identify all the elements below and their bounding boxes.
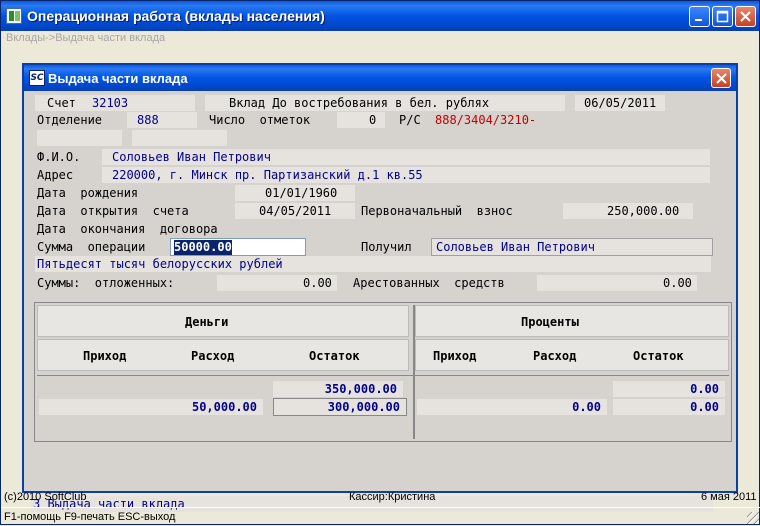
maximize-button[interactable] (712, 6, 733, 27)
interest-header: Проценты (521, 315, 579, 329)
close-icon (740, 11, 751, 22)
dialog-body: Счет 32103 Вклад До востребования в бел.… (27, 92, 733, 512)
dialog-withdraw-part: SC Выдача части вклада Счет 32103 Вклад … (22, 63, 738, 512)
arrested-value: 0.00 (663, 276, 692, 290)
deposit-type: Вклад До востребования в бел. рублях (229, 96, 490, 110)
close-icon (716, 73, 727, 84)
app-icon (6, 8, 22, 24)
amount-words: Пятьдесят тысяч белорусских рублей (37, 257, 283, 271)
amount-value: 50000.00 (174, 240, 232, 255)
row1-interest-balance: 0.00 (613, 381, 725, 397)
initial-value: 250,000.00 (607, 204, 680, 218)
fio-value: Соловьев Иван Петрович (112, 150, 271, 164)
minimize-button[interactable] (689, 6, 710, 27)
main-window: Операционная работа (вклады населения) В… (0, 0, 760, 525)
empty-field-2 (132, 130, 227, 146)
row1-money-balance: 350,000.00 (273, 381, 403, 397)
sums-label: Суммы: отложенных: (37, 276, 175, 290)
col-interest-balance: Остаток (633, 349, 684, 363)
breadcrumb: Вклады->Выдача части вклада (6, 32, 166, 44)
hotkeys: F1-помощь F9-печать ESC-выход (4, 511, 176, 523)
recipient-input[interactable]: Соловьев Иван Петрович (431, 238, 713, 256)
address-label: Адрес (37, 168, 74, 182)
dialog-title-bar[interactable]: SC Выдача части вклада (24, 65, 736, 91)
copyright: (c)2010 SoftClub (4, 491, 87, 503)
address-value: 220000, г. Минск пр. Партизанский д.1 кв… (112, 168, 423, 182)
birth-value: 01/01/1960 (265, 186, 338, 200)
status-date: 6 мая 2011 (701, 491, 757, 503)
account-label: Счет (47, 96, 76, 110)
arrested-label: Арестованных средств (353, 276, 505, 290)
rs-value: 888/3404/3210- (435, 113, 537, 127)
open-value: 04/05/2011 (259, 204, 332, 218)
grid-row-divider (37, 375, 729, 376)
sc-logo-icon: SC (29, 70, 45, 86)
amount-input[interactable]: 50000.00 (170, 238, 306, 256)
col-money-balance: Остаток (309, 349, 360, 363)
row2-money-balance[interactable]: 300,000.00 (273, 398, 407, 416)
money-header: Деньги (185, 315, 229, 329)
col-interest-income: Приход (433, 349, 477, 363)
grid-divider (413, 305, 415, 439)
minimize-icon (695, 19, 702, 21)
initial-label: Первоначальный взнос (361, 204, 513, 218)
marks-label: Число отметок (209, 113, 311, 127)
operations-grid[interactable]: Деньги Проценты Приход Расход Остаток Пр… (34, 302, 732, 442)
row2-interest-balance: 0.00 (613, 399, 725, 415)
close-label: Дата окончания договора (37, 222, 218, 236)
open-label: Дата открытия счета (37, 204, 189, 218)
branch-label: Отделение (37, 113, 103, 127)
maximize-icon (716, 10, 729, 23)
dialog-close-button[interactable] (711, 68, 731, 88)
amount-label: Сумма операции (37, 240, 146, 254)
empty-field-1 (37, 130, 122, 146)
marks-field-bg (337, 112, 385, 128)
window-title: Операционная работа (вклады населения) (27, 8, 325, 24)
account-date: 06/05/2011 (584, 96, 657, 110)
row2-money-expense: 50,000.00 (39, 399, 263, 415)
hotkey-bar: F1-помощь F9-печать ESC-выход (1, 507, 760, 526)
close-button[interactable] (735, 6, 756, 27)
birth-label: Дата рождения (37, 186, 139, 200)
recipient-label: Получил (361, 240, 412, 254)
dialog-title: Выдача части вклада (48, 71, 188, 86)
deferred-value: 0.00 (303, 276, 332, 290)
recipient-value: Соловьев Иван Петрович (436, 240, 595, 254)
col-money-expense: Расход (191, 349, 235, 363)
row2-interest-expense: 0.00 (417, 399, 607, 415)
marks-value: 0 (369, 113, 377, 127)
resize-grip-icon[interactable] (747, 512, 759, 524)
fio-label: Ф.И.О. (37, 150, 81, 164)
status-bar: (c)2010 SoftClub Кассир:Кристина 6 мая 2… (1, 491, 760, 505)
cashier: Кассир:Кристина (349, 491, 436, 503)
branch-value: 888 (137, 113, 159, 127)
account-number: 32103 (92, 96, 129, 110)
col-money-income: Приход (83, 349, 127, 363)
rs-label: Р/С (399, 113, 421, 127)
main-title-bar[interactable]: Операционная работа (вклады населения) (1, 1, 759, 31)
col-interest-expense: Расход (533, 349, 577, 363)
